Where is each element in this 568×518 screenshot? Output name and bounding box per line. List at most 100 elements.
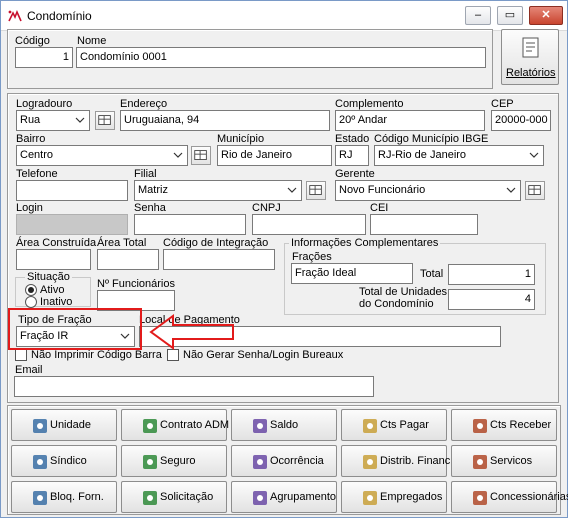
- cnpj-label: CNPJ: [252, 202, 281, 214]
- action-button-label: Cts Receber: [490, 419, 552, 431]
- nome-field[interactable]: Condomínio 0001: [76, 47, 486, 68]
- highlight-box: [8, 308, 142, 350]
- codigo-ibge-label: Código Município IBGE: [374, 133, 489, 145]
- cep-label: CEP: [491, 98, 514, 110]
- total-label: Total: [420, 268, 444, 280]
- municipio-label: Município: [217, 133, 265, 145]
- codigo-integracao-label: Código de Integração: [163, 237, 269, 249]
- codigo-ibge-select[interactable]: RJ-Rio de Janeiro: [374, 145, 544, 166]
- action-button-contrato-adm[interactable]: Contrato ADM: [121, 409, 230, 441]
- window-title: Condomínio: [27, 9, 92, 23]
- contract-icon: [143, 419, 157, 433]
- action-button-label: Ocorrência: [270, 455, 324, 467]
- receive-icon: [473, 419, 487, 433]
- app-logo-icon: [8, 9, 22, 22]
- maximize-button[interactable]: ▭: [497, 6, 523, 25]
- estado-label: Estado: [335, 133, 370, 145]
- telefone-field[interactable]: [16, 180, 128, 201]
- action-button-ocorr-ncia[interactable]: Ocorrência: [231, 445, 337, 477]
- logradouro-select[interactable]: Rua: [16, 110, 90, 131]
- cei-field[interactable]: [370, 214, 478, 235]
- action-button-cts-receber[interactable]: Cts Receber: [451, 409, 557, 441]
- action-button-seguro[interactable]: Seguro: [121, 445, 227, 477]
- gerente-value: Novo Funcionário: [339, 184, 426, 196]
- bairro-select[interactable]: Centro: [16, 145, 188, 166]
- action-button-cts-pagar[interactable]: Cts Pagar: [341, 409, 447, 441]
- complemento-field[interactable]: 20º Andar: [335, 110, 485, 131]
- endereco-field[interactable]: Uruguaiana, 94: [120, 110, 330, 131]
- action-button-label: Distrib. Financ.: [380, 455, 454, 467]
- lookup-gerente-button[interactable]: [525, 181, 545, 200]
- action-button-label: Empregados: [380, 491, 443, 503]
- action-button-bloq-forn-[interactable]: Bloq. Forn.: [11, 481, 117, 513]
- lookup-logradouro-button[interactable]: [95, 111, 115, 130]
- action-button-unidade[interactable]: Unidade: [11, 409, 117, 441]
- building-people-icon: [33, 419, 47, 433]
- action-button-servicos[interactable]: Servicos: [451, 445, 557, 477]
- action-button-label: Cts Pagar: [380, 419, 429, 431]
- table-lookup-icon: [309, 185, 322, 195]
- safe-icon: [143, 455, 157, 469]
- bairro-value: Centro: [20, 149, 54, 161]
- inativo-radio[interactable]: [25, 296, 37, 308]
- endereco-label: Endereço: [120, 98, 168, 110]
- action-button-label: Saldo: [270, 419, 299, 431]
- area-total-label: Área Total: [97, 237, 147, 249]
- filial-select[interactable]: Matriz: [134, 180, 302, 201]
- chevron-down-icon: [506, 187, 516, 193]
- relatorios-button[interactable]: Relatórios: [501, 29, 559, 85]
- lookup-bairro-button[interactable]: [191, 146, 211, 165]
- chevron-down-icon: [287, 187, 297, 193]
- checklist-icon: [253, 455, 267, 469]
- total-unidades-label: Total de Unidades: [359, 286, 448, 298]
- title-bar: Condomínio – ▭ ✕: [1, 1, 567, 31]
- action-button-concession-rias[interactable]: Concessionárias: [451, 481, 568, 513]
- email-field[interactable]: [14, 376, 374, 397]
- codigo-integracao-field[interactable]: [163, 249, 275, 270]
- municipio-field[interactable]: Rio de Janeiro: [217, 145, 332, 166]
- action-button-s-ndico[interactable]: Síndico: [11, 445, 117, 477]
- table-lookup-icon: [98, 115, 111, 125]
- ativo-label: Ativo: [40, 284, 65, 296]
- senha-field[interactable]: [134, 214, 246, 235]
- telefone-label: Telefone: [16, 168, 58, 180]
- action-button-label: Síndico: [50, 455, 87, 467]
- cep-field[interactable]: 20000-000: [491, 110, 551, 131]
- action-button-distrib-financ-[interactable]: Distrib. Financ.: [341, 445, 453, 477]
- close-button[interactable]: ✕: [529, 6, 563, 25]
- senha-label: Senha: [134, 202, 166, 214]
- inativo-label: Inativo: [40, 296, 73, 308]
- action-button-empregados[interactable]: Empregados: [341, 481, 447, 513]
- nao-imprimir-checkbox[interactable]: [15, 349, 27, 361]
- estado-field[interactable]: RJ: [335, 145, 369, 166]
- lookup-filial-button[interactable]: [306, 181, 326, 200]
- codigo-label: Código: [15, 35, 50, 47]
- concession-icon: [473, 491, 487, 505]
- fracoes-field[interactable]: Fração Ideal: [291, 263, 413, 284]
- action-button-label: Solicitação: [160, 491, 214, 503]
- gerente-select[interactable]: Novo Funcionário: [335, 180, 521, 201]
- action-button-solicita-o[interactable]: Solicitação: [121, 481, 227, 513]
- total-field[interactable]: 1: [448, 264, 535, 285]
- bairro-label: Bairro: [16, 133, 46, 145]
- email-label: Email: [15, 364, 43, 376]
- action-button-label: Contrato ADM: [160, 419, 230, 431]
- total-unidades-field[interactable]: 4: [448, 289, 535, 310]
- person-icon: [33, 455, 47, 469]
- pointer-arrow-icon: [149, 314, 234, 350]
- cnpj-field[interactable]: [252, 214, 366, 235]
- action-button-saldo[interactable]: Saldo: [231, 409, 337, 441]
- action-button-agrupamento[interactable]: Agrupamento: [231, 481, 337, 513]
- filial-value: Matriz: [138, 184, 168, 196]
- ativo-radio[interactable]: [25, 284, 37, 296]
- report-icon: [522, 37, 539, 58]
- area-total-field[interactable]: [97, 249, 159, 270]
- action-button-label: Servicos: [490, 455, 533, 467]
- group-icon: [253, 491, 267, 505]
- action-button-label: Unidade: [50, 419, 91, 431]
- action-button-label: Bloq. Forn.: [50, 491, 104, 503]
- codigo-field[interactable]: 1: [15, 47, 73, 68]
- minimize-button[interactable]: –: [465, 6, 491, 25]
- nao-imprimir-label: Não Imprimir Código Barra: [31, 349, 162, 361]
- area-construida-field[interactable]: [16, 249, 91, 270]
